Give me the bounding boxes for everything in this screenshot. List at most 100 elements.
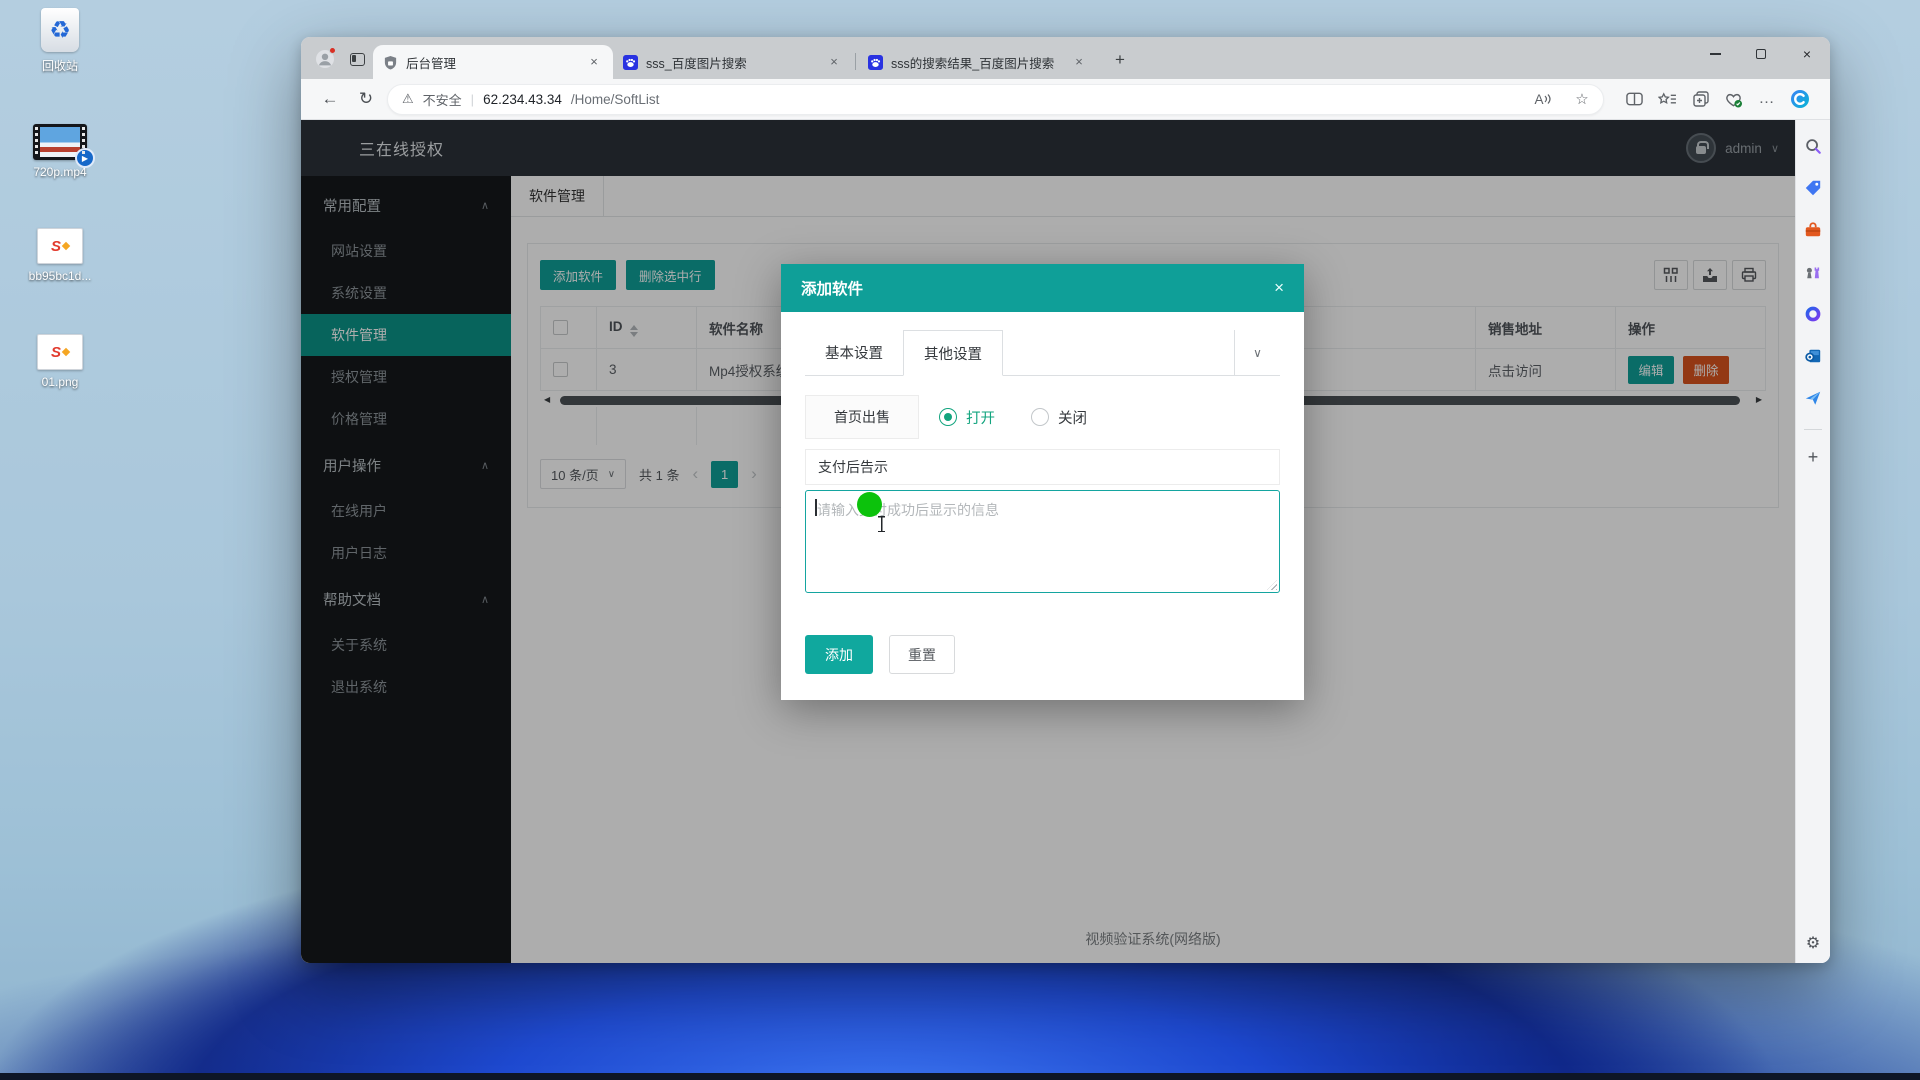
address-bar-actions: …	[1618, 83, 1816, 115]
video-thumbnail	[40, 127, 80, 157]
url-divider: |	[471, 92, 474, 107]
modal-actions: 添加 重置	[805, 635, 1280, 674]
browser-essentials-button[interactable]	[1717, 83, 1750, 115]
tab-close-icon[interactable]: ×	[825, 53, 843, 71]
desktop-icon-video-file[interactable]: ▶ 720p.mp4	[12, 124, 108, 179]
microsoft365-icon	[1804, 305, 1822, 323]
url-field[interactable]: ⚠ 不安全 | 62.234.43.34/Home/SoftList A ☆	[387, 84, 1604, 115]
maximize-button[interactable]	[1738, 37, 1784, 71]
refresh-button[interactable]: ↻	[351, 84, 381, 114]
home-sale-radios: 打开 关闭	[939, 407, 1087, 428]
modal-close-icon[interactable]: ×	[1274, 278, 1284, 298]
image-logo: S	[51, 344, 61, 361]
radio-selected-icon	[939, 408, 957, 426]
url-host: 62.234.43.34	[483, 92, 562, 107]
video-file-icon: ▶	[33, 124, 87, 160]
desktop-icon-image-file-2[interactable]: S 01.png	[12, 334, 108, 389]
sidebar-outlook-button[interactable]	[1796, 335, 1830, 377]
more-menu-button[interactable]: …	[1750, 83, 1783, 115]
profile-notification-dot	[329, 47, 336, 54]
radio-close[interactable]: 关闭	[1031, 407, 1087, 428]
radio-open-label: 打开	[966, 407, 995, 428]
close-button[interactable]: ×	[1784, 37, 1830, 71]
sidebar-divider	[1804, 429, 1822, 430]
sidebar-search-button[interactable]	[1796, 125, 1830, 167]
new-tab-button[interactable]: +	[1106, 46, 1134, 74]
split-screen-button[interactable]	[1618, 83, 1651, 115]
tab-dropdown-button[interactable]: ∨	[1234, 330, 1280, 376]
chevron-down-icon: ∨	[1253, 346, 1262, 360]
tab-title: 后台管理	[406, 53, 577, 72]
baidu-favicon-icon	[868, 55, 883, 70]
read-aloud-icon: A	[1534, 92, 1543, 107]
tab-other-settings[interactable]: 其他设置	[903, 330, 1003, 376]
desktop-icon-label: 720p.mp4	[33, 165, 86, 179]
toolbox-icon	[1804, 221, 1822, 239]
image-spark-icon	[62, 348, 70, 356]
browser-essentials-icon	[1724, 91, 1743, 108]
click-indicator-dot	[857, 492, 882, 517]
sidebar-shopping-button[interactable]	[1796, 167, 1830, 209]
browser-address-bar: ← ↻ ⚠ 不安全 | 62.234.43.34/Home/SoftList A…	[301, 79, 1830, 120]
add-software-modal: 添加软件 × 基本设置 其他设置 ∨ 首页出售 打开 关闭	[781, 264, 1304, 700]
search-icon	[1804, 137, 1822, 155]
text-caret	[815, 499, 817, 516]
favorites-button[interactable]	[1651, 83, 1684, 115]
radio-unselected-icon	[1031, 408, 1049, 426]
paper-plane-icon	[1804, 389, 1822, 407]
security-warning-icon: ⚠	[402, 91, 414, 107]
admin-page: 三在线授权 admin ∨ 常用配置∧ 网站设置 系统设置 软件管理 授权管理 …	[301, 120, 1795, 963]
url-path: /Home/SoftList	[571, 92, 660, 107]
read-aloud-waves-icon	[1544, 93, 1552, 105]
radio-close-label: 关闭	[1058, 407, 1087, 428]
sidebar-games-button[interactable]	[1796, 251, 1830, 293]
browser-window: 后台管理 × sss_百度图片搜索 × sss的搜索结果_百度图片搜索 × + …	[301, 37, 1830, 963]
collections-icon	[1693, 91, 1709, 107]
sidebar-add-button[interactable]: +	[1796, 436, 1830, 478]
workspaces-button[interactable]	[341, 43, 373, 75]
tab-title: sss_百度图片搜索	[646, 53, 817, 72]
minimize-button[interactable]	[1692, 37, 1738, 71]
media-player-badge-icon: ▶	[75, 148, 95, 168]
home-sale-label: 首页出售	[805, 395, 919, 439]
sidebar-settings-button[interactable]: ⚙	[1796, 933, 1830, 953]
window-controls: ×	[1692, 37, 1830, 71]
outlook-icon	[1804, 347, 1822, 365]
desktop-icon-label: 01.png	[42, 375, 79, 389]
edge-sidebar: + ⚙	[1795, 120, 1830, 963]
back-button[interactable]: ←	[315, 84, 345, 114]
modal-header[interactable]: 添加软件 ×	[781, 264, 1304, 312]
tab-admin[interactable]: 后台管理 ×	[373, 45, 613, 79]
desktop-icon-recycle-bin[interactable]: ♻ 回收站	[12, 8, 108, 74]
desktop-icon-label: 回收站	[42, 57, 78, 74]
browser-tab-strip: 后台管理 × sss_百度图片搜索 × sss的搜索结果_百度图片搜索 × + …	[301, 37, 1830, 79]
taskbar[interactable]	[0, 1073, 1920, 1080]
copilot-icon	[1790, 89, 1810, 109]
favorites-icon	[1658, 92, 1677, 107]
image-file-icon: S	[37, 228, 83, 264]
home-sale-field: 首页出售 打开 关闭	[805, 395, 1280, 439]
browser-profile-button[interactable]	[309, 43, 341, 75]
split-screen-icon	[1626, 92, 1643, 106]
desktop-icon-image-file-1[interactable]: S bb95bc1d...	[12, 228, 108, 283]
sidebar-send-button[interactable]	[1796, 377, 1830, 419]
sidebar-tools-button[interactable]	[1796, 209, 1830, 251]
copilot-button[interactable]	[1783, 83, 1816, 115]
submit-add-button[interactable]: 添加	[805, 635, 873, 674]
image-spark-icon	[62, 242, 70, 250]
tab-close-icon[interactable]: ×	[585, 53, 603, 71]
read-aloud-button[interactable]: A	[1528, 84, 1558, 114]
minimize-icon	[1710, 53, 1721, 55]
maximize-icon	[1756, 49, 1766, 59]
collections-button[interactable]	[1684, 83, 1717, 115]
favorite-star-button[interactable]: ☆	[1567, 84, 1597, 114]
tab-close-icon[interactable]: ×	[1070, 53, 1088, 71]
reset-button[interactable]: 重置	[889, 635, 955, 674]
tab-basic-settings[interactable]: 基本设置	[805, 330, 903, 375]
radio-open[interactable]: 打开	[939, 407, 995, 428]
baidu-favicon-icon	[623, 55, 638, 70]
tab-baidu-search[interactable]: sss_百度图片搜索 ×	[613, 45, 853, 79]
sidebar-m365-button[interactable]	[1796, 293, 1830, 335]
tab-baidu-results[interactable]: sss的搜索结果_百度图片搜索 ×	[858, 45, 1098, 79]
payment-notice-label: 支付后告示	[805, 449, 1280, 485]
